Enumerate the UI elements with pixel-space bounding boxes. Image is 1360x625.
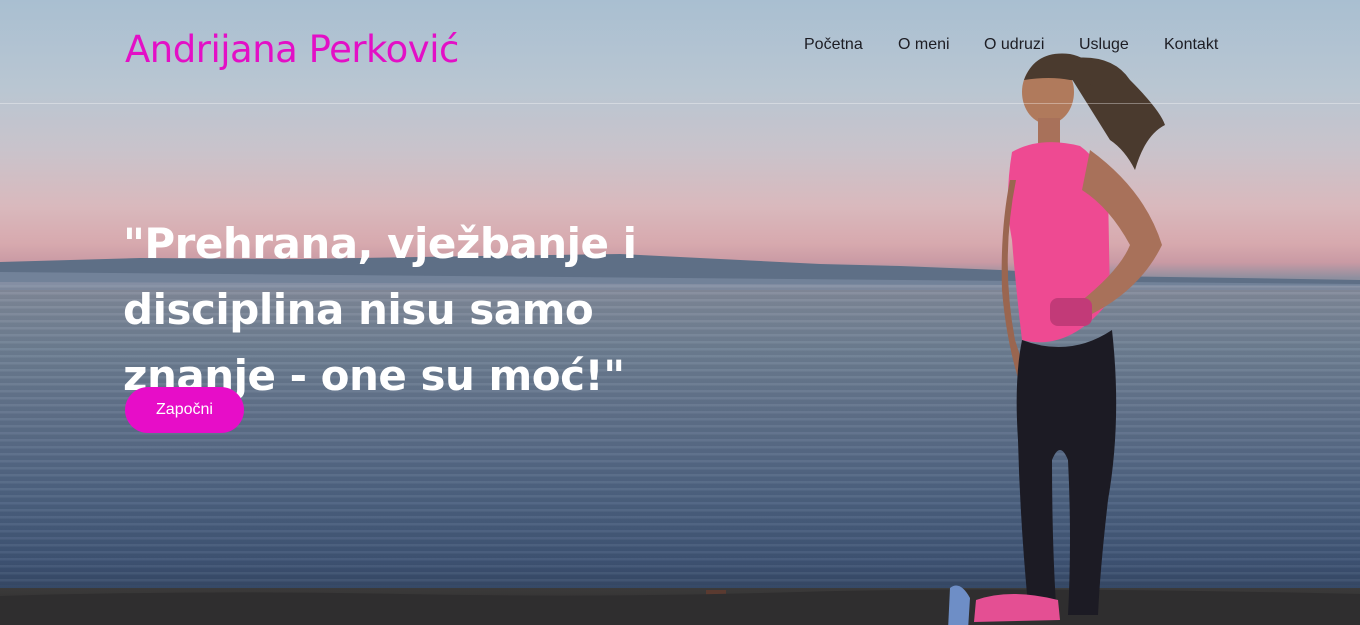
main-nav: Početna O meni O udruzi Usluge Kontakt <box>0 36 1360 56</box>
nav-item-usluge[interactable]: Usluge <box>1079 36 1129 54</box>
site-header: Andrijana Perković Početna O meni O udru… <box>0 0 1360 104</box>
nav-item-o-udruzi[interactable]: O udruzi <box>984 36 1044 54</box>
nav-item-kontakt[interactable]: Kontakt <box>1164 36 1218 54</box>
nav-item-o-meni[interactable]: O meni <box>898 36 950 54</box>
woman-figure <box>948 53 1165 625</box>
start-button[interactable]: Započni <box>125 387 244 433</box>
nav-item-pocetna[interactable]: Početna <box>804 36 863 54</box>
hero-headline: "Prehrana, vježbanje i disciplina nisu s… <box>123 219 637 400</box>
